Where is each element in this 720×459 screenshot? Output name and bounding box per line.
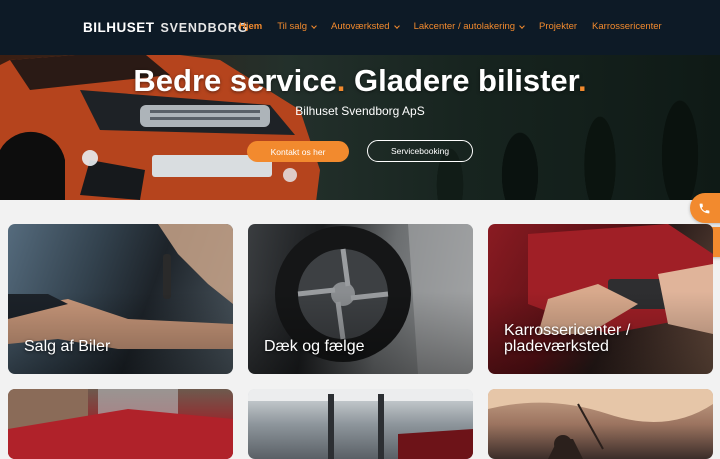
nav-item-label: Projekter bbox=[539, 21, 578, 32]
card-label: Dæk og fælge bbox=[264, 338, 365, 355]
hero-title-dot: . bbox=[578, 63, 587, 98]
site-logo[interactable]: BILHUSET SVENDBORG bbox=[83, 20, 248, 35]
hero-title-dot: . bbox=[336, 63, 346, 98]
card-image-red-car bbox=[8, 389, 233, 459]
logo-secondary-text: SVENDBORG bbox=[160, 21, 249, 35]
nav-item-lakcenter[interactable]: Lakcenter / autolakering bbox=[413, 21, 525, 32]
chevron-down-icon bbox=[311, 22, 317, 29]
service-card-bottom-2[interactable] bbox=[248, 389, 473, 459]
card-image-workshop bbox=[248, 389, 473, 459]
nav-item-label: Til salg bbox=[277, 21, 307, 32]
top-navigation-bar: BILHUSET SVENDBORG Hjem Til salg Autovær… bbox=[0, 0, 720, 55]
nav-item-autovaerksted[interactable]: Autoværksted bbox=[330, 21, 400, 32]
hero-title-part1: Bedre service bbox=[133, 63, 337, 98]
chevron-down-icon bbox=[519, 22, 525, 29]
nav-item-til-salg[interactable]: Til salg bbox=[277, 21, 317, 32]
nav-item-label: Karrossericenter bbox=[592, 21, 662, 32]
hero-title: Bedre service. Gladere bilister. bbox=[0, 63, 720, 99]
hero-subtitle: Bilhuset Svendborg ApS bbox=[295, 104, 425, 118]
main-menu: Hjem Til salg Autoværksted Lakcenter / a… bbox=[239, 21, 662, 32]
service-booking-button[interactable]: Servicebooking bbox=[367, 140, 473, 162]
nav-item-label: Autoværksted bbox=[330, 21, 390, 32]
hero-title-part2: Gladere bilister bbox=[354, 63, 578, 98]
card-image-sunset bbox=[488, 389, 713, 459]
hero-banner: Bedre service. Gladere bilister. Bilhuse… bbox=[0, 55, 720, 200]
service-card-salg-af-biler[interactable]: Salg af Biler bbox=[8, 224, 233, 374]
nav-item-karrossericenter[interactable]: Karrossericenter bbox=[592, 21, 662, 32]
service-card-daek-og-faelge[interactable]: Dæk og fælge bbox=[248, 224, 473, 374]
nav-item-label: Hjem bbox=[239, 21, 263, 32]
card-label: Salg af Biler bbox=[24, 338, 111, 355]
phone-icon bbox=[699, 203, 710, 213]
nav-item-hjem[interactable]: Hjem bbox=[239, 21, 262, 32]
contact-us-button[interactable]: Kontakt os her bbox=[247, 141, 349, 162]
floating-phone-button[interactable] bbox=[690, 193, 720, 223]
service-card-bottom-3[interactable] bbox=[488, 389, 713, 459]
chevron-down-icon bbox=[393, 22, 400, 29]
card-label: Karrossericenter / pladeværksted bbox=[504, 322, 631, 355]
logo-primary-text: BILHUSET bbox=[83, 20, 155, 35]
nav-item-projekter[interactable]: Projekter bbox=[539, 21, 577, 32]
service-card-karrossericenter[interactable]: Karrossericenter / pladeværksted bbox=[488, 224, 713, 374]
service-card-bottom-1[interactable] bbox=[8, 389, 233, 459]
nav-item-label: Lakcenter / autolakering bbox=[413, 21, 516, 32]
